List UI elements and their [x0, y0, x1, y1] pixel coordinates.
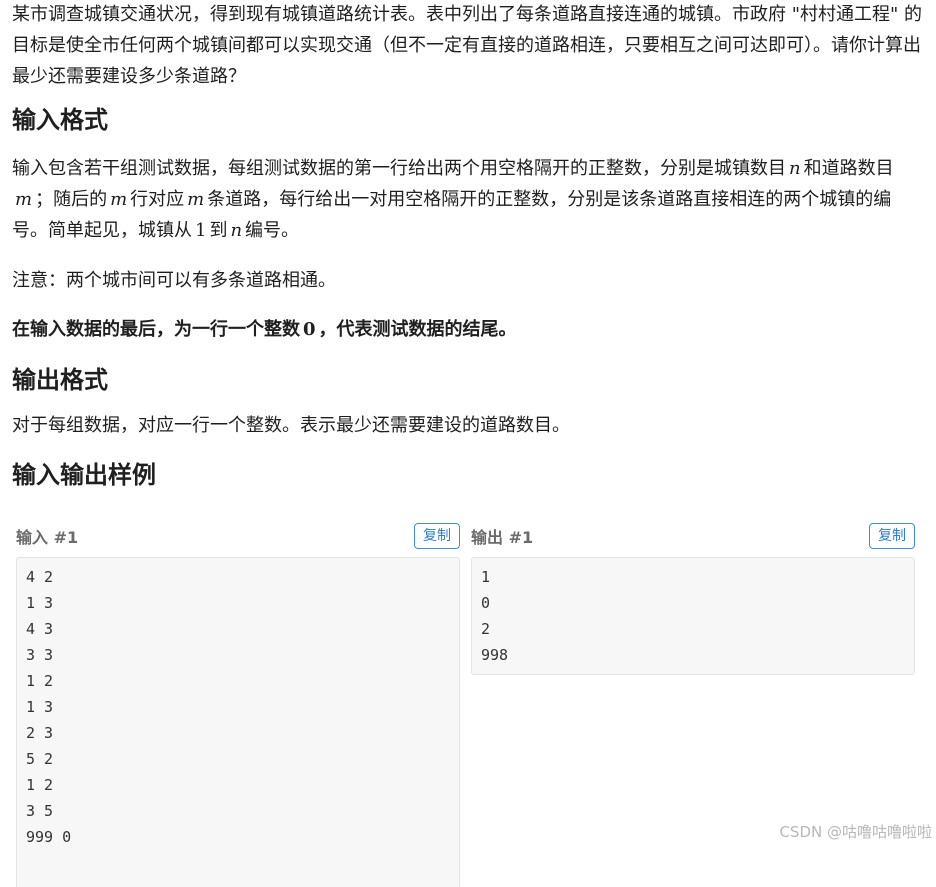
output-format-description: 对于每组数据，对应一行一个整数。表示最少还需要建设的道路数目。 [12, 415, 570, 436]
input-format-heading: 输入格式 [12, 106, 108, 134]
sample-input-box[interactable]: 4 2 1 3 4 3 3 3 1 2 1 3 2 3 5 2 1 2 3 5 … [16, 557, 460, 887]
sample-input-panel: 输入 #1 复制 4 2 1 3 4 3 3 3 1 2 1 3 2 3 5 2… [16, 522, 460, 887]
sample-input-line: 5 2 [26, 750, 54, 768]
samples-heading: 输入输出样例 [12, 461, 156, 489]
problem-page: 某市调查城镇交通状况，得到现有城镇道路统计表。表中列出了每条道路直接连通的城镇。… [12, 0, 922, 491]
problem-intro: 某市调查城镇交通状况，得到现有城镇道路统计表。表中列出了每条道路直接连通的城镇。… [12, 4, 922, 87]
copy-input-button[interactable]: 复制 [414, 523, 460, 549]
sample-output-line: 0 [481, 594, 491, 612]
sample-input-line: 4 3 [26, 620, 54, 638]
var-m: m [187, 189, 205, 210]
sample-input-line: 999 0 [26, 828, 72, 846]
var-m: m [110, 189, 128, 210]
var-m: m [15, 189, 33, 210]
sample-input-line: 1 2 [26, 672, 54, 690]
sample-output-line: 2 [481, 620, 491, 638]
copy-output-button[interactable]: 复制 [869, 523, 915, 549]
sample-output-line: 998 [481, 646, 509, 664]
num-zero: 0 [303, 319, 316, 340]
sample-input-line: 3 3 [26, 646, 54, 664]
sample-input-title: 输入 #1 [16, 528, 79, 547]
sample-output-box[interactable]: 1 0 2 998 [471, 557, 915, 675]
sample-output-line: 1 [481, 568, 491, 586]
sample-output-title: 输出 #1 [471, 528, 534, 547]
sample-input-line: 1 3 [26, 594, 54, 612]
sample-input-line: 1 3 [26, 698, 54, 716]
note-text: 注意：两个城市间可以有多条道路相通。 [12, 270, 336, 291]
num-one: 1 [195, 220, 207, 241]
sample-input-line: 1 2 [26, 776, 54, 794]
var-n: n [230, 220, 243, 241]
sample-input-line: 4 2 [26, 568, 54, 586]
input-format-description: 输入包含若干组测试数据，每组测试数据的第一行给出两个用空格隔开的正整数，分别是城… [12, 158, 894, 241]
end-of-input-note: 在输入数据的最后，为一行一个整数 0 ，代表测试数据的结尾。 [12, 319, 517, 340]
csdn-watermark: CSDN @咕噜咕噜啦啦 [779, 823, 932, 841]
sample-output-panel: 输出 #1 复制 1 0 2 998 [471, 522, 915, 675]
var-n: n [789, 158, 801, 179]
sample-input-line: 3 5 [26, 802, 54, 820]
sample-input-line: 2 3 [26, 724, 54, 742]
output-format-heading: 输出格式 [12, 366, 108, 394]
